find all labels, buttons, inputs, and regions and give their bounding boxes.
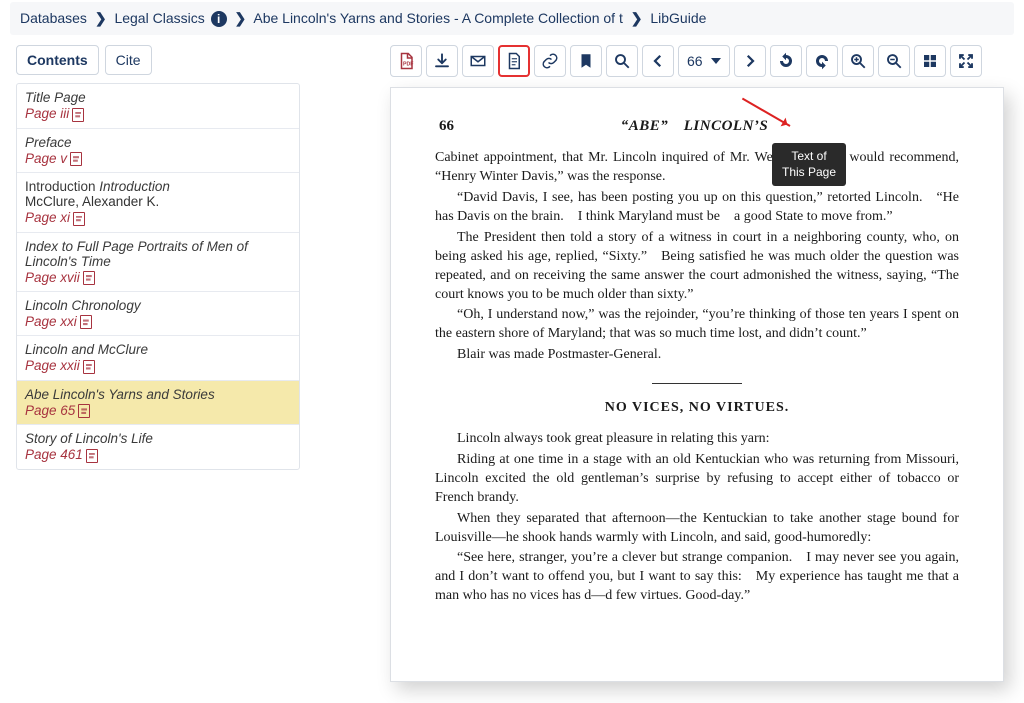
pdf-icon[interactable] <box>86 449 98 463</box>
chevron-down-icon <box>711 58 721 64</box>
pdf-icon: PDF <box>397 52 415 70</box>
toc-item-preface[interactable]: Preface Page v <box>17 129 299 173</box>
page-text: Riding at one time in a stage with an ol… <box>435 451 959 508</box>
toc-item-title: Index to Full Page Portraits of Men of L… <box>25 239 291 269</box>
toc-item-page[interactable]: Page 65 <box>25 403 75 418</box>
zoom-out-icon <box>885 52 903 70</box>
rotate-left-button[interactable] <box>770 45 802 77</box>
toc-item-page[interactable]: Page iii <box>25 106 69 121</box>
page-text: The President then told a story of a wit… <box>435 229 959 305</box>
prev-page-button[interactable] <box>642 45 674 77</box>
cite-button[interactable]: Cite <box>105 45 152 75</box>
zoom-in-button[interactable] <box>842 45 874 77</box>
pdf-icon[interactable] <box>73 212 85 226</box>
page-header: “ABE” LINCOLN’S <box>621 118 769 135</box>
toc-item-page[interactable]: Page 461 <box>25 447 83 462</box>
page-text: Cabinet appointment, that Mr. Lincoln in… <box>435 149 959 187</box>
pdf-icon[interactable] <box>78 404 90 418</box>
pdf-icon[interactable] <box>72 108 84 122</box>
toc-item-page[interactable]: Page xxi <box>25 314 77 329</box>
toc-item-story-life[interactable]: Story of Lincoln's Life Page 461 <box>17 425 299 468</box>
toc-item-title: Introduction <box>99 179 170 194</box>
chevron-right-icon <box>741 52 759 70</box>
contents-button[interactable]: Contents <box>16 45 99 75</box>
text-of-page-button[interactable] <box>498 45 530 77</box>
search-icon <box>613 52 631 70</box>
toc-item-title: Lincoln Chronology <box>25 298 291 313</box>
grid-view-button[interactable] <box>914 45 946 77</box>
page-text: “Oh, I understand now,” was the rejoinde… <box>435 306 959 344</box>
envelope-icon <box>469 52 487 70</box>
section-heading: NO VICES, NO VIRTUES. <box>435 400 959 416</box>
chevron-right-icon: ❯ <box>235 10 247 26</box>
toc-item-title: Lincoln and McClure <box>25 342 291 357</box>
toc-item-yarns[interactable]: Abe Lincoln's Yarns and Stories Page 65 <box>17 381 299 425</box>
rotate-right-button[interactable] <box>806 45 838 77</box>
svg-text:PDF: PDF <box>403 62 414 68</box>
toc-item-page[interactable]: Page v <box>25 151 67 166</box>
pdf-icon[interactable] <box>83 271 95 285</box>
section-divider <box>652 383 742 384</box>
toc-item-page[interactable]: Page xvii <box>25 270 80 285</box>
toc-item-mcclure[interactable]: Lincoln and McClure Page xxii <box>17 336 299 380</box>
bookmark-icon <box>577 52 595 70</box>
table-of-contents: Title Page Page iii Preface Page v Intro… <box>16 83 300 470</box>
expand-icon <box>957 52 975 70</box>
breadcrumb-legal-classics[interactable]: Legal Classics <box>114 10 204 26</box>
grid-icon <box>921 52 939 70</box>
zoom-in-icon <box>849 52 867 70</box>
toc-item-page[interactable]: Page xi <box>25 210 70 225</box>
breadcrumb-title[interactable]: Abe Lincoln's Yarns and Stories - A Comp… <box>253 10 622 26</box>
chevron-right-icon: ❯ <box>95 10 107 26</box>
toc-item-title: Title Page <box>25 90 291 105</box>
fullscreen-button[interactable] <box>950 45 982 77</box>
link-icon <box>541 52 559 70</box>
download-icon <box>433 52 451 70</box>
chevron-right-icon: ❯ <box>631 10 643 26</box>
page-number: 66 <box>439 118 454 135</box>
info-icon[interactable]: i <box>211 11 227 27</box>
breadcrumb-libguide[interactable]: LibGuide <box>650 10 706 26</box>
bookmark-button[interactable] <box>570 45 602 77</box>
tooltip-line1: Text of <box>791 149 826 163</box>
breadcrumb: Databases ❯ Legal Classics i ❯ Abe Linco… <box>10 2 1014 35</box>
chevron-left-icon <box>649 52 667 70</box>
page-view: 66 “ABE” LINCOLN’S Cabinet appointment, … <box>390 87 1004 682</box>
toc-item-title: Story of Lincoln's Life <box>25 431 291 446</box>
page-select-value: 66 <box>687 53 703 69</box>
next-page-button[interactable] <box>734 45 766 77</box>
toolbar: PDF 66 <box>390 45 1004 77</box>
toc-item-title: Abe Lincoln's Yarns and Stories <box>25 387 291 402</box>
search-button[interactable] <box>606 45 638 77</box>
rotate-left-icon <box>777 52 795 70</box>
page-text: “David Davis, I see, has been posting yo… <box>435 189 959 227</box>
toc-item-author: McClure, Alexander K. <box>25 194 291 209</box>
toc-item-page[interactable]: Page xxii <box>25 358 80 373</box>
page-text: Blair was made Postmaster-General. <box>435 346 959 365</box>
tooltip-line2: This Page <box>782 165 836 179</box>
pdf-button[interactable]: PDF <box>390 45 422 77</box>
toc-item-introduction[interactable]: Introduction Introduction McClure, Alexa… <box>17 173 299 232</box>
page-text: “See here, stranger, you’re a clever but… <box>435 549 959 606</box>
pdf-icon[interactable] <box>70 152 82 166</box>
toc-item-index-portraits[interactable]: Index to Full Page Portraits of Men of L… <box>17 233 299 292</box>
toc-item-title-page[interactable]: Title Page Page iii <box>17 84 299 128</box>
email-button[interactable] <box>462 45 494 77</box>
zoom-out-button[interactable] <box>878 45 910 77</box>
breadcrumb-databases[interactable]: Databases <box>20 10 87 26</box>
rotate-right-icon <box>813 52 831 70</box>
download-button[interactable] <box>426 45 458 77</box>
permalink-button[interactable] <box>534 45 566 77</box>
page-select[interactable]: 66 <box>678 45 730 77</box>
toc-item-chronology[interactable]: Lincoln Chronology Page xxi <box>17 292 299 336</box>
page-text: Lincoln always took great pleasure in re… <box>435 430 959 449</box>
page-text: When they separated that afternoon—the K… <box>435 510 959 548</box>
tooltip: Text of This Page <box>772 143 846 186</box>
pdf-icon[interactable] <box>80 315 92 329</box>
toc-item-title: Preface <box>25 135 291 150</box>
pdf-icon[interactable] <box>83 360 95 374</box>
document-icon <box>505 52 523 70</box>
